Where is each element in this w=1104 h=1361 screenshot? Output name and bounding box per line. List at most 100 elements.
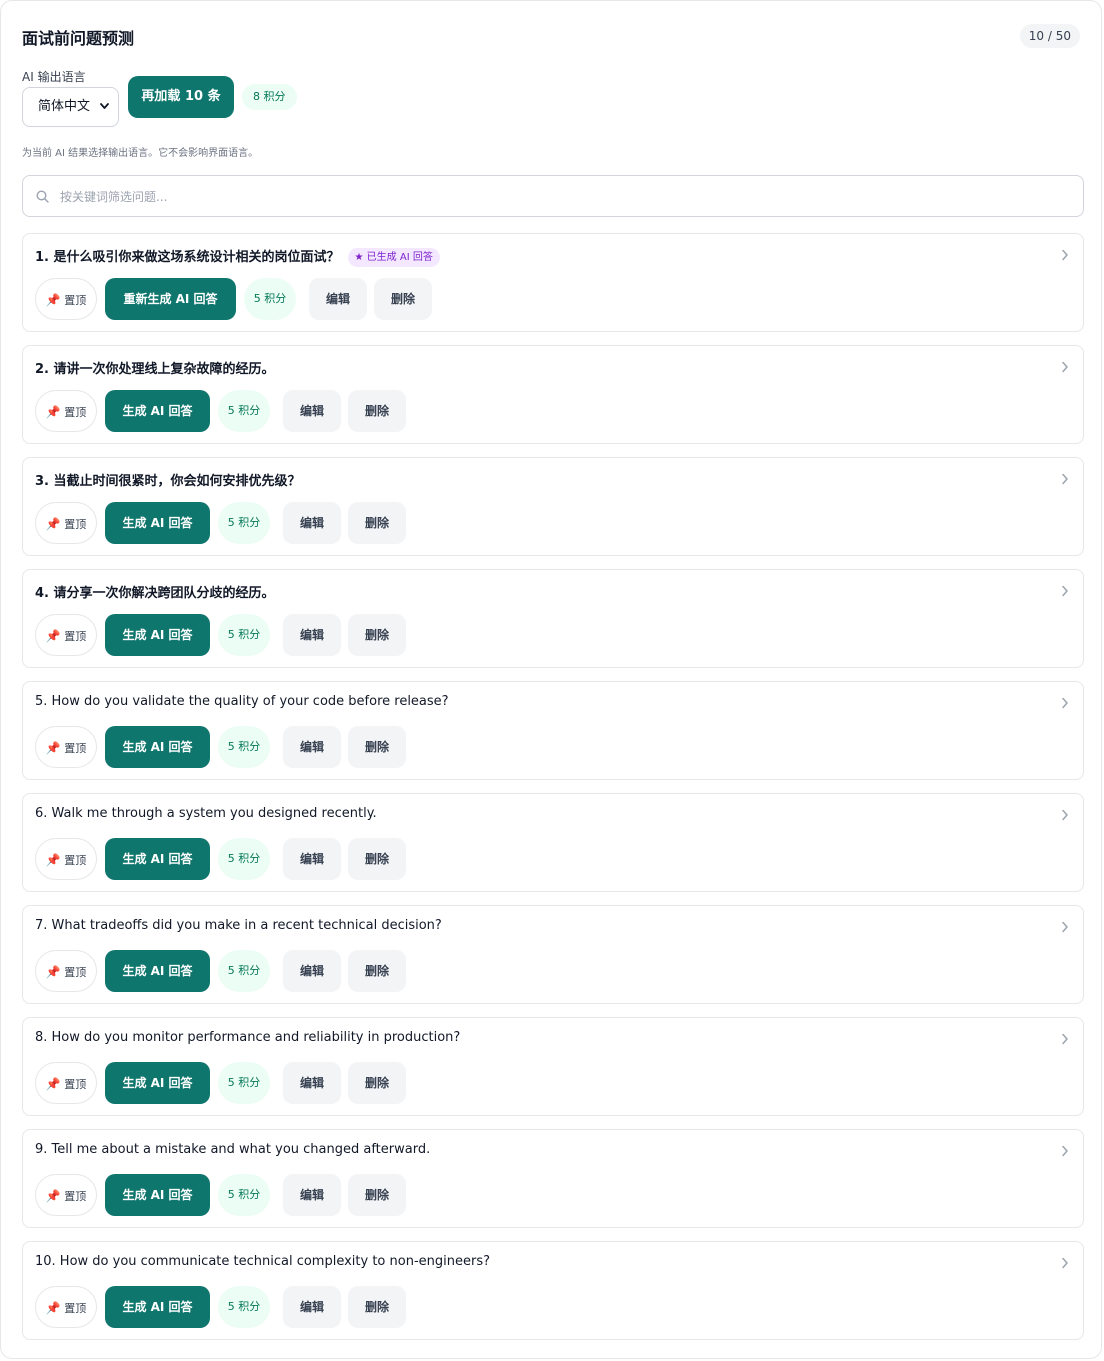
pin-icon: 📌: [45, 741, 61, 755]
delete-button[interactable]: 删除: [348, 502, 406, 544]
pin-button[interactable]: 📌 置顶: [35, 1286, 97, 1328]
question-card[interactable]: 7. What tradeoffs did you make in a rece…: [22, 905, 1084, 1004]
pin-label: 置顶: [64, 1190, 87, 1203]
question-card[interactable]: 6. Walk me through a system you designed…: [22, 793, 1084, 892]
interview-prediction-panel: 面试前问题预测 10 / 50 AI 输出语言 简体中文 再加载 10 条 8 …: [0, 0, 1102, 1359]
chevron-right-icon[interactable]: [1061, 473, 1069, 485]
search-icon: [36, 190, 49, 203]
search-input[interactable]: [58, 176, 1062, 218]
chevron-right-icon[interactable]: [1061, 1033, 1069, 1045]
pin-button[interactable]: 📌 置顶: [35, 950, 97, 992]
pin-label: 置顶: [64, 630, 87, 643]
generate-answer-button[interactable]: 生成 AI 回答: [105, 614, 210, 656]
generate-answer-button[interactable]: 生成 AI 回答: [105, 838, 210, 880]
pin-button[interactable]: 📌 置顶: [35, 390, 97, 432]
question-card[interactable]: 2. 请讲一次你处理线上复杂故障的经历。 📌 置顶 生成 AI 回答 5 积分 …: [22, 345, 1084, 444]
generate-answer-button[interactable]: 生成 AI 回答: [105, 1062, 210, 1104]
language-label: AI 输出语言: [22, 70, 86, 84]
generate-answer-button[interactable]: 生成 AI 回答: [105, 1174, 210, 1216]
pin-button[interactable]: 📌 置顶: [35, 1174, 97, 1216]
pin-button[interactable]: 📌 置顶: [35, 278, 97, 320]
edit-button[interactable]: 编辑: [283, 390, 341, 432]
answer-cost-badge: 5 积分: [218, 614, 270, 656]
delete-button[interactable]: 删除: [348, 838, 406, 880]
pin-label: 置顶: [64, 1302, 87, 1315]
question-label: 1. 是什么吸引你来做这场系统设计相关的岗位面试？: [35, 250, 340, 265]
question-card[interactable]: 8. How do you monitor performance and re…: [22, 1017, 1084, 1116]
question-label: 6. Walk me through a system you designed…: [35, 806, 377, 821]
answer-cost-badge: 5 积分: [218, 838, 270, 880]
language-select[interactable]: 简体中文: [22, 87, 119, 127]
delete-button[interactable]: 删除: [348, 1062, 406, 1104]
generate-answer-button[interactable]: 生成 AI 回答: [105, 726, 210, 768]
generate-answer-button[interactable]: 生成 AI 回答: [105, 950, 210, 992]
delete-button[interactable]: 删除: [374, 278, 432, 320]
question-text: 3. 当截止时间很紧时，你会如何安排优先级？: [35, 470, 301, 489]
search-box: [22, 175, 1084, 218]
chevron-right-icon[interactable]: [1061, 697, 1069, 709]
ai-generated-label: 已生成 AI 回答: [366, 252, 433, 263]
answer-cost-badge: 5 积分: [244, 278, 296, 320]
edit-button[interactable]: 编辑: [283, 1174, 341, 1216]
question-label: 2. 请讲一次你处理线上复杂故障的经历。: [35, 362, 275, 377]
pin-button[interactable]: 📌 置顶: [35, 614, 97, 656]
question-label: 10. How do you communicate technical com…: [35, 1254, 490, 1269]
generate-answer-button[interactable]: 生成 AI 回答: [105, 390, 210, 432]
edit-button[interactable]: 编辑: [309, 278, 367, 320]
question-card[interactable]: 9. Tell me about a mistake and what you …: [22, 1129, 1084, 1228]
question-text: 1. 是什么吸引你来做这场系统设计相关的岗位面试？ ★ 已生成 AI 回答: [35, 246, 440, 267]
delete-button[interactable]: 删除: [348, 726, 406, 768]
delete-button[interactable]: 删除: [348, 1286, 406, 1328]
chevron-right-icon[interactable]: [1061, 1145, 1069, 1157]
language-selected-value: 简体中文: [38, 99, 91, 114]
delete-button[interactable]: 删除: [348, 614, 406, 656]
question-card[interactable]: 10. How do you communicate technical com…: [22, 1241, 1084, 1340]
edit-button[interactable]: 编辑: [283, 726, 341, 768]
question-text: 8. How do you monitor performance and re…: [35, 1030, 460, 1045]
answer-cost-badge: 5 积分: [218, 950, 270, 992]
question-text: 6. Walk me through a system you designed…: [35, 806, 377, 821]
question-card[interactable]: 5. How do you validate the quality of yo…: [22, 681, 1084, 780]
pin-label: 置顶: [64, 1078, 87, 1091]
edit-button[interactable]: 编辑: [283, 1062, 341, 1104]
pin-button[interactable]: 📌 置顶: [35, 838, 97, 880]
pin-label: 置顶: [64, 742, 87, 755]
chevron-right-icon[interactable]: [1061, 1257, 1069, 1269]
chevron-right-icon[interactable]: [1061, 809, 1069, 821]
generate-answer-button[interactable]: 生成 AI 回答: [105, 1286, 210, 1328]
pin-label: 置顶: [64, 518, 87, 531]
delete-button[interactable]: 删除: [348, 390, 406, 432]
question-label: 9. Tell me about a mistake and what you …: [35, 1142, 431, 1157]
load-more-button[interactable]: 再加载 10 条: [128, 76, 234, 118]
ai-generated-badge: ★ 已生成 AI 回答: [347, 248, 440, 267]
generate-answer-button[interactable]: 生成 AI 回答: [105, 502, 210, 544]
edit-button[interactable]: 编辑: [283, 1286, 341, 1328]
delete-button[interactable]: 删除: [348, 950, 406, 992]
pin-button[interactable]: 📌 置顶: [35, 726, 97, 768]
answer-cost-badge: 5 积分: [218, 1286, 270, 1328]
question-text: 4. 请分享一次你解决跨团队分歧的经历。: [35, 582, 275, 601]
question-card[interactable]: 3. 当截止时间很紧时，你会如何安排优先级？ 📌 置顶 生成 AI 回答 5 积…: [22, 457, 1084, 556]
pin-label: 置顶: [64, 854, 87, 867]
chevron-right-icon[interactable]: [1061, 585, 1069, 597]
question-card[interactable]: 1. 是什么吸引你来做这场系统设计相关的岗位面试？ ★ 已生成 AI 回答 📌 置…: [22, 233, 1084, 332]
pin-icon: 📌: [45, 1301, 61, 1315]
pin-label: 置顶: [64, 294, 87, 307]
question-label: 8. How do you monitor performance and re…: [35, 1030, 461, 1045]
pin-button[interactable]: 📌 置顶: [35, 1062, 97, 1104]
pin-icon: 📌: [45, 853, 61, 867]
delete-button[interactable]: 删除: [348, 1174, 406, 1216]
generate-answer-button[interactable]: 重新生成 AI 回答: [105, 278, 236, 320]
edit-button[interactable]: 编辑: [283, 838, 341, 880]
chevron-right-icon[interactable]: [1061, 361, 1069, 373]
question-label: 7. What tradeoffs did you make in a rece…: [35, 918, 442, 933]
question-card[interactable]: 4. 请分享一次你解决跨团队分歧的经历。 📌 置顶 生成 AI 回答 5 积分 …: [22, 569, 1084, 668]
edit-button[interactable]: 编辑: [283, 502, 341, 544]
edit-button[interactable]: 编辑: [283, 950, 341, 992]
pin-button[interactable]: 📌 置顶: [35, 502, 97, 544]
edit-button[interactable]: 编辑: [283, 614, 341, 656]
chevron-right-icon[interactable]: [1061, 249, 1069, 261]
question-text: 7. What tradeoffs did you make in a rece…: [35, 918, 442, 933]
chevron-right-icon[interactable]: [1061, 921, 1069, 933]
pin-icon: 📌: [45, 1077, 61, 1091]
